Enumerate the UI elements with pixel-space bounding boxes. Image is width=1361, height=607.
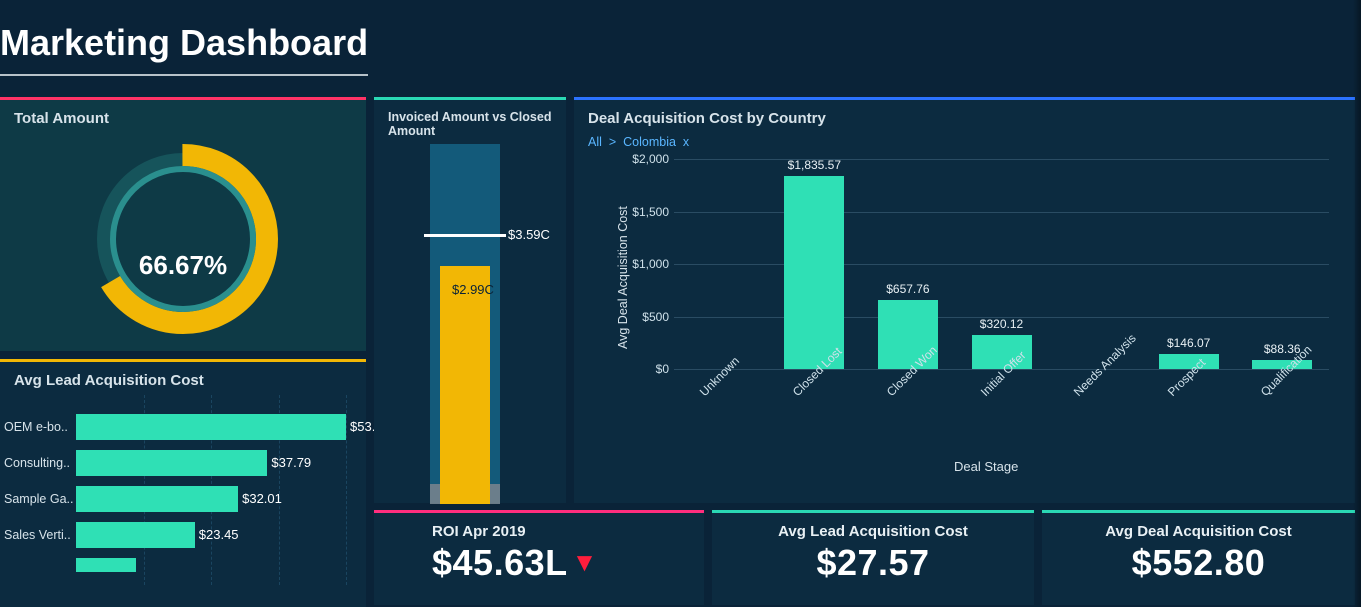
column-value-label: $146.07 [1149,336,1229,350]
right-edge-shadow [1353,0,1361,607]
kpi-value: $552.80 [1042,540,1355,584]
column-category-label: Needs Analysis [1071,331,1139,399]
hbar-value: $32.01 [242,491,282,506]
kpi-roi: ROI Apr 2019 $45.63L▼ [374,510,704,605]
hbar-bar[interactable] [76,414,346,440]
panel-title: Invoiced Amount vs Closed Amount [374,100,566,144]
kpi-value: $45.63L▼ [374,540,704,584]
breadcrumb-sep: > [609,135,616,149]
kpi-title: Avg Lead Acquisition Cost [712,513,1034,540]
ytick-label: $0 [619,362,669,376]
panel-title: Avg Lead Acquisition Cost [0,362,366,395]
hbar-row: OEM e-bo..$53.31 [0,413,356,441]
hbar-chart: OEM e-bo..$53.31 Consulting.. $37.79 Sample… [0,395,366,585]
ytick-label: $2,000 [619,152,669,166]
panel-total-amount: Total Amount 66.67% [0,97,366,351]
kpi-avg-lead-cost: Avg Lead Acquisition Cost $27.57 [712,510,1034,605]
gauge-chart [0,133,366,339]
column-value-label: $320.12 [962,317,1042,331]
column-bar[interactable] [784,176,844,369]
panel-lead-hbars: Avg Lead Acquisition Cost OEM e-bo..$53.… [0,359,366,607]
hbar-label: Sample Ga.. [0,492,76,506]
column-value-label: $657.76 [868,282,948,296]
kpi-title: Avg Deal Acquisition Cost [1042,513,1355,540]
ytick-label: $500 [619,310,669,324]
stacked-column-chart: $3.59C $2.99C [374,144,566,504]
trend-down-icon: ▼ [568,547,598,577]
hbar-bar[interactable] [76,450,267,476]
breadcrumb-all[interactable]: All [588,135,602,149]
panel-title: Deal Acquisition Cost by Country [574,100,1355,133]
dashboard-root: Marketing Dashboard Total Amount 66.67% … [0,0,1361,607]
panel-deal-by-country: Deal Acquisition Cost by Country All > C… [574,97,1355,503]
column-chart: Avg Deal Acquisition Cost $0$500$1,000$1… [624,159,1344,431]
breadcrumb-close-icon[interactable]: x [683,135,689,149]
breadcrumb-current[interactable]: Colombia [623,135,676,149]
chart-xlabel: Deal Stage [954,459,1018,474]
hbar-value: $23.45 [199,527,239,542]
hbar-row: Consulting.. $37.79 [0,449,356,477]
kpi-value: $27.57 [712,540,1034,584]
breadcrumb: All > Colombia x [574,133,1355,155]
ytick-label: $1,500 [619,205,669,219]
hbar-label: Consulting.. [0,456,76,470]
hbar-row: Sales Verti.. $23.45 [0,521,356,549]
page-title: Marketing Dashboard [0,0,368,76]
invoiced-value-label: $3.59C [508,227,550,242]
hbar-row: Sample Ga.. $32.01 [0,485,356,513]
column-value-label: $1,835.57 [774,158,854,172]
hbar-bar[interactable] [76,486,238,512]
kpi-value-text: $45.63L [432,542,568,583]
kpi-title: ROI Apr 2019 [374,513,704,540]
chart-ylabel: Avg Deal Acquisition Cost [616,206,630,349]
kpi-avg-deal-cost: Avg Deal Acquisition Cost $552.80 [1042,510,1355,605]
hbar-label: Sales Verti.. [0,528,76,542]
column-category-label: Unknown [697,354,742,399]
panel-invoiced-vs-closed: Invoiced Amount vs Closed Amount $3.59C … [374,97,566,503]
ytick-label: $1,000 [619,257,669,271]
hbar-value: $37.79 [271,455,311,470]
panel-title: Total Amount [0,100,366,133]
closed-value-label: $2.99C [452,282,494,297]
gauge-percent-label: 66.67% [0,250,366,281]
hbar-bar[interactable] [76,522,195,548]
hbar-label: OEM e-bo.. [0,420,76,434]
